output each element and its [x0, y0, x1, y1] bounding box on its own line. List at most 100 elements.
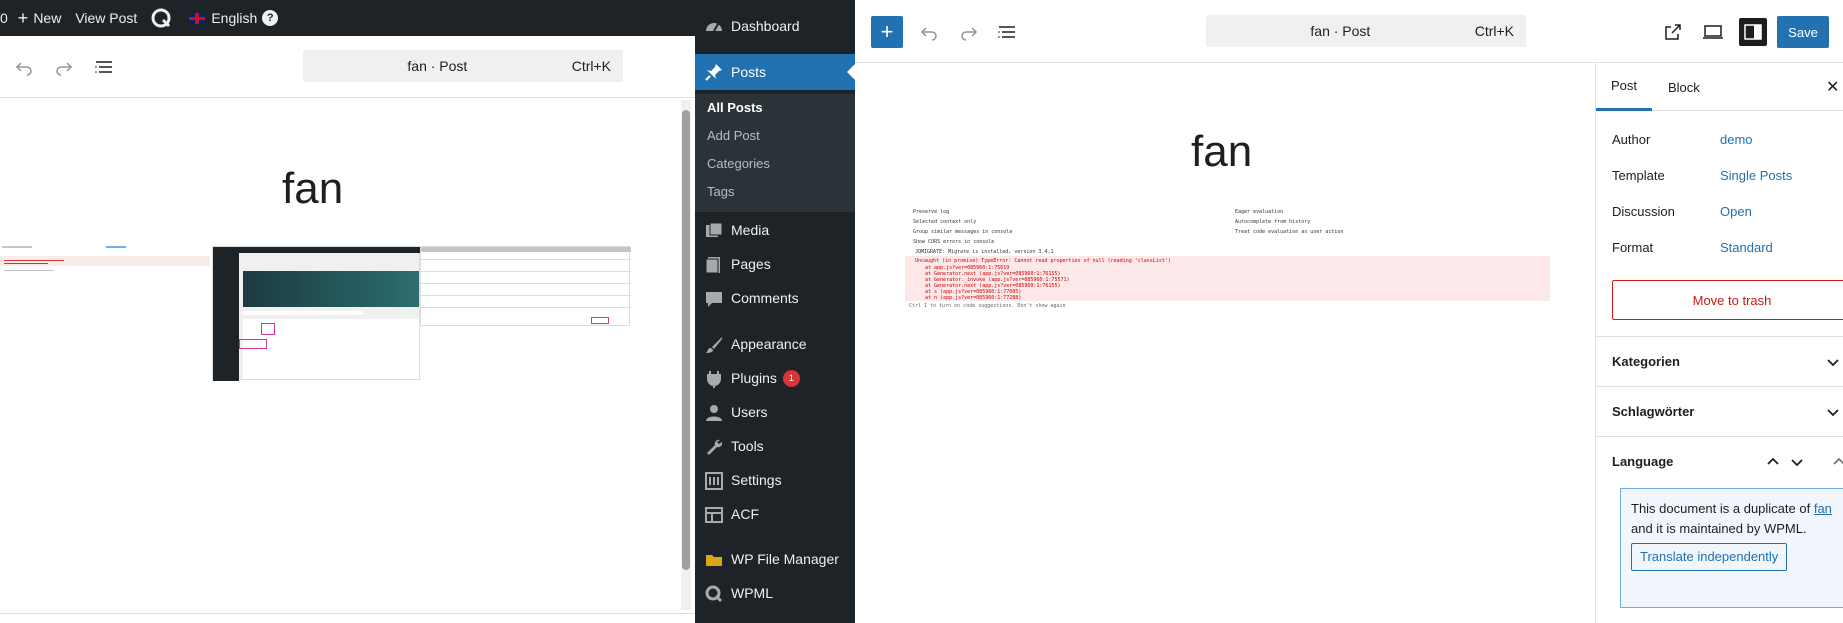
users-icon — [704, 403, 724, 423]
uk-flag-icon — [189, 12, 206, 24]
close-icon[interactable]: ✕ — [1826, 77, 1839, 97]
author-row: Author demo — [1612, 132, 1832, 152]
console-option-preserve-log: Preserve log — [913, 209, 950, 215]
new-content-link[interactable]: + New — [18, 0, 62, 36]
format-value[interactable]: Standard — [1720, 240, 1773, 255]
command-shortcut: Ctrl+K — [1474, 23, 1514, 39]
redo-icon[interactable] — [957, 20, 981, 44]
author-value[interactable]: demo — [1720, 132, 1753, 147]
move-up-icon[interactable] — [1832, 455, 1843, 469]
menu-plugins[interactable]: Plugins 1 — [695, 361, 855, 395]
redo-icon[interactable] — [52, 55, 76, 79]
menu-appearance-label: Appearance — [731, 336, 807, 352]
template-value[interactable]: Single Posts — [1720, 168, 1792, 183]
command-shortcut: Ctrl+K — [571, 58, 611, 74]
menu-users[interactable]: Users — [695, 395, 855, 429]
left-scrollbar[interactable] — [681, 100, 691, 610]
console-option-cors: Show CORS errors in console — [913, 239, 995, 245]
notice-text-pre: This document is a duplicate of — [1631, 501, 1811, 516]
console-line-2: Uncaught (in promise) TypeError: Cannot … — [915, 258, 1171, 264]
wpml-duplicate-notice: This document is a duplicate of fan and … — [1620, 488, 1843, 608]
wpml-icon[interactable] — [151, 0, 171, 36]
menu-comments[interactable]: Comments — [695, 281, 855, 315]
tab-post-label: Post — [1610, 78, 1637, 93]
language-switcher[interactable]: English ? — [189, 0, 279, 36]
discussion-value[interactable]: Open — [1720, 204, 1752, 219]
panel-language[interactable]: Language — [1596, 436, 1843, 486]
notice-text-post: and it is maintained by WPML. — [1631, 521, 1807, 536]
panel-kategorien[interactable]: Kategorien — [1596, 336, 1843, 386]
menu-media-label: Media — [731, 222, 770, 238]
undo-icon[interactable] — [12, 55, 36, 79]
tab-block-label: Block — [1668, 79, 1700, 95]
menu-pages[interactable]: Pages — [695, 247, 855, 281]
editor-canvas: fan Preserve log Selected context only G… — [855, 63, 1595, 623]
current-arrow — [847, 64, 855, 80]
plus-icon: + — [880, 19, 894, 44]
command-palette-bar[interactable]: fan · Post Ctrl+K — [1206, 15, 1526, 47]
view-post-link[interactable]: View Post — [75, 0, 137, 36]
move-to-trash-button[interactable]: Move to trash — [1612, 280, 1843, 320]
command-title: fan · Post — [407, 58, 468, 74]
menu-acf[interactable]: ACF — [695, 497, 855, 531]
menu-posts[interactable]: Posts — [695, 54, 855, 90]
tab-post[interactable]: Post — [1596, 63, 1652, 111]
admin-bar: 0 + New View Post English ? — [0, 0, 695, 36]
view-post-icon[interactable] — [1661, 20, 1685, 44]
pages-icon — [704, 255, 724, 275]
menu-settings-label: Settings — [731, 472, 782, 488]
block-inserter-button[interactable]: + — [871, 16, 903, 48]
plus-icon: + — [17, 7, 29, 28]
help-icon[interactable]: ? — [262, 10, 279, 26]
submenu-categories[interactable]: Categories — [707, 156, 770, 171]
document-overview-icon[interactable] — [92, 55, 116, 79]
notice-original-link[interactable]: fan — [1814, 501, 1832, 516]
acf-icon — [704, 505, 724, 525]
document-overview-icon[interactable] — [995, 20, 1019, 44]
menu-wpml[interactable]: WPML — [695, 576, 855, 610]
command-title: fan · Post — [1310, 23, 1371, 39]
comments-icon — [704, 289, 724, 309]
embedded-image-3[interactable] — [420, 246, 631, 326]
console-option-treat-code: Treat code evaluation as user action — [1235, 229, 1344, 235]
translate-independently-button[interactable]: Translate independently — [1631, 543, 1788, 571]
admin-menu: Dashboard Posts All Posts Add Post Categ… — [695, 0, 855, 623]
left-pane-bottom-border — [0, 613, 695, 614]
undo-icon[interactable] — [917, 20, 941, 44]
tab-block[interactable]: Block — [1668, 63, 1708, 111]
submenu-add-post[interactable]: Add Post — [707, 128, 760, 143]
posts-submenu: All Posts Add Post Categories Tags — [695, 94, 855, 212]
submenu-tags[interactable]: Tags — [707, 184, 734, 199]
console-line-8: at n (app.js?ver=085960:1:77288) — [925, 295, 1022, 301]
settings-sidebar-toggle-icon[interactable] — [1739, 18, 1767, 46]
left-scrollbar-thumb[interactable] — [682, 110, 690, 570]
menu-comments-label: Comments — [731, 290, 799, 306]
menu-wpml-label: WPML — [731, 585, 773, 601]
menu-wp-file-manager[interactable]: WP File Manager — [695, 542, 855, 576]
media-icon — [704, 221, 724, 241]
menu-tools[interactable]: Tools — [695, 429, 855, 463]
menu-settings[interactable]: Settings — [695, 463, 855, 497]
format-row: Format Standard — [1612, 240, 1832, 260]
save-button[interactable]: Save — [1777, 16, 1829, 48]
menu-posts-label: Posts — [731, 64, 767, 80]
menu-appearance[interactable]: Appearance — [695, 327, 855, 361]
menu-dashboard[interactable]: Dashboard — [695, 9, 855, 43]
panel-schlagwoerter[interactable]: Schlagwörter — [1596, 386, 1843, 436]
embedded-image-1[interactable] — [0, 244, 210, 274]
chevron-up-icon[interactable] — [1766, 455, 1780, 469]
menu-users-label: Users — [731, 404, 768, 420]
post-title[interactable]: fan — [282, 164, 343, 214]
settings-icon — [704, 471, 724, 491]
command-palette-bar[interactable]: fan · Post Ctrl+K — [303, 50, 623, 82]
menu-media[interactable]: Media — [695, 213, 855, 247]
post-title[interactable]: fan — [1191, 127, 1252, 177]
chevron-down-icon[interactable] — [1790, 455, 1804, 469]
console-option-autocomplete: Autocomplete from history — [1235, 219, 1311, 225]
embedded-console-image[interactable]: Preserve log Selected context only Group… — [905, 207, 1550, 309]
submenu-all-posts[interactable]: All Posts — [707, 100, 763, 115]
menu-pages-label: Pages — [731, 256, 771, 272]
preview-device-icon[interactable] — [1701, 20, 1725, 44]
left-editor-canvas: fan — [0, 98, 695, 618]
embedded-image-2[interactable] — [212, 246, 421, 381]
